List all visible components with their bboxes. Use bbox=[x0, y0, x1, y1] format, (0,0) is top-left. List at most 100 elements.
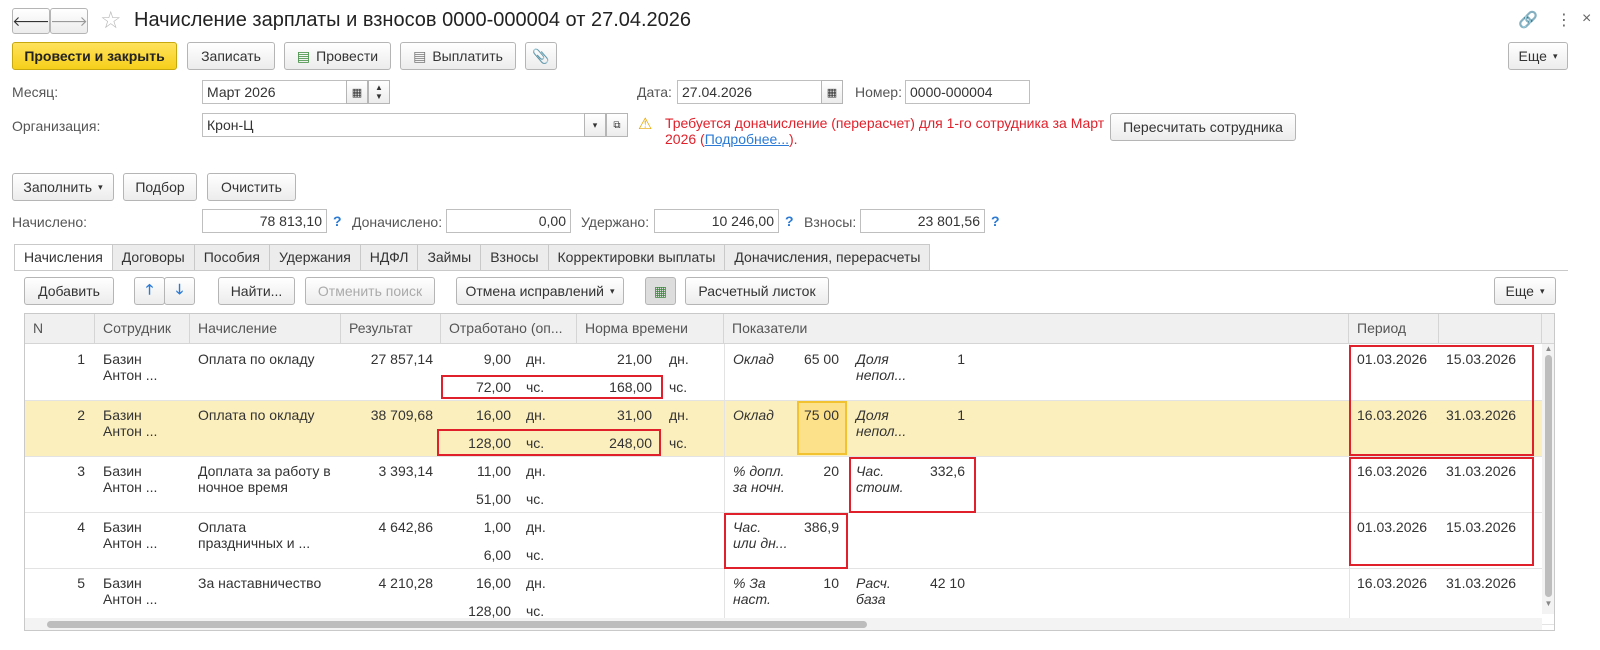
date-calendar-button[interactable]: ▦ bbox=[821, 80, 843, 104]
move-down-button[interactable]: 🡓 bbox=[164, 277, 195, 305]
month-stepper[interactable]: ▲ ▼ bbox=[368, 80, 390, 104]
org-dropdown-button[interactable]: ▾ bbox=[584, 113, 606, 137]
indicator-1-value: 20 bbox=[823, 463, 839, 479]
accrual-cell: Доплата за работу в bbox=[198, 463, 331, 479]
horizontal-scroll-thumb[interactable] bbox=[47, 621, 867, 628]
grid-more-label: Еще bbox=[1505, 283, 1534, 299]
pay-button-label: Выплатить bbox=[432, 48, 503, 64]
worked-days: 16,00 bbox=[475, 575, 511, 591]
cancel-search-button[interactable]: Отменить поиск bbox=[305, 277, 435, 305]
back-button[interactable]: 🡐 bbox=[12, 8, 50, 34]
scroll-up-icon[interactable]: ▲ bbox=[1542, 344, 1554, 353]
payslip-button[interactable]: Расчетный листок bbox=[685, 277, 829, 305]
highlight-worked-norm-row2 bbox=[437, 429, 661, 456]
tab-deductions[interactable]: Удержания bbox=[268, 244, 361, 270]
tab-benefits[interactable]: Пособия bbox=[193, 244, 270, 270]
kebab-icon[interactable]: ⋮ bbox=[1556, 10, 1572, 30]
find-button[interactable]: Найти... bbox=[218, 277, 295, 305]
accrued-help-icon[interactable]: ? bbox=[333, 213, 342, 229]
scroll-down-icon[interactable]: ▼ bbox=[1542, 599, 1554, 608]
indicator-2-value: 42 10 bbox=[929, 575, 965, 591]
tab-loans[interactable]: Займы bbox=[417, 244, 482, 270]
forward-button[interactable]: 🡒 bbox=[50, 8, 88, 34]
norm-days-unit: дн. bbox=[669, 351, 689, 367]
col-period-end[interactable] bbox=[1439, 314, 1542, 344]
tab-payment-corrections[interactable]: Корректировки выплаты bbox=[547, 244, 726, 270]
link-icon[interactable]: 🔗 bbox=[1518, 10, 1538, 30]
col-accrual[interactable]: Начисление bbox=[190, 314, 341, 344]
table-row[interactable]: 1 Базин Антон ... Оплата по окладу 27 85… bbox=[25, 345, 1554, 401]
select-button[interactable]: Подбор bbox=[123, 173, 197, 201]
norm-days-unit: дн. bbox=[669, 407, 689, 423]
table-row-selected[interactable]: 2 Базин Антон ... Оплата по окладу 38 70… bbox=[25, 401, 1554, 457]
tab-contributions[interactable]: Взносы bbox=[480, 244, 549, 270]
month-field[interactable]: Март 2026 bbox=[202, 80, 347, 104]
indicator-1-name: Оклад bbox=[733, 407, 774, 423]
post-button[interactable]: ▤ Провести bbox=[284, 42, 391, 70]
save-button[interactable]: Записать bbox=[187, 42, 275, 70]
grid-more-button[interactable]: Еще ▾ bbox=[1494, 277, 1556, 305]
post-button-label: Провести bbox=[316, 48, 379, 64]
col-indicators[interactable]: Показатели bbox=[724, 314, 1349, 344]
number-field[interactable]: 0000-000004 bbox=[905, 80, 1030, 104]
pay-button[interactable]: ▤ Выплатить bbox=[400, 42, 516, 70]
tab-contracts[interactable]: Договоры bbox=[111, 244, 195, 270]
more-button[interactable]: Еще ▾ bbox=[1508, 42, 1568, 70]
tab-ndfl[interactable]: НДФЛ bbox=[359, 244, 419, 270]
worked-hours: 51,00 bbox=[475, 491, 511, 507]
indicator-1-name: % допл. bbox=[733, 463, 785, 479]
col-norm[interactable]: Норма времени bbox=[577, 314, 724, 344]
result-cell: 4 642,86 bbox=[378, 519, 434, 535]
chevron-down-icon: ▾ bbox=[592, 119, 598, 130]
horizontal-scrollbar[interactable] bbox=[25, 618, 1542, 630]
indicator-2-value: 1 bbox=[957, 407, 965, 423]
cancel-fixes-button[interactable]: Отмена исправлений ▾ bbox=[456, 277, 624, 305]
date-field[interactable]: 27.04.2026 bbox=[677, 80, 822, 104]
arrow-left-icon: 🡐 bbox=[12, 12, 50, 29]
organization-field[interactable]: Крон-Ц bbox=[202, 113, 585, 137]
extra-label: Доначислено: bbox=[352, 214, 443, 230]
col-period[interactable]: Период bbox=[1349, 314, 1439, 344]
org-open-button[interactable]: ⧉ bbox=[606, 113, 628, 137]
worked-days-unit: дн. bbox=[526, 519, 546, 535]
close-icon[interactable]: × bbox=[1582, 10, 1591, 28]
col-worked[interactable]: Отработано (оп... bbox=[441, 314, 577, 344]
move-up-button[interactable]: 🡑 bbox=[134, 277, 165, 305]
accruals-table[interactable]: N Сотрудник Начисление Результат Отработ… bbox=[24, 313, 1555, 631]
tab-recalculations[interactable]: Доначисления, перерасчеты bbox=[724, 244, 931, 270]
clear-button[interactable]: Очистить bbox=[207, 173, 296, 201]
star-icon[interactable]: ☆ bbox=[100, 6, 122, 35]
result-cell: 38 709,68 bbox=[370, 407, 433, 423]
stepper-down-icon: ▼ bbox=[375, 92, 383, 101]
withheld-help-icon[interactable]: ? bbox=[785, 213, 794, 229]
post-and-close-button[interactable]: Провести и закрыть bbox=[12, 42, 177, 70]
contrib-help-icon[interactable]: ? bbox=[991, 213, 1000, 229]
col-n[interactable]: N bbox=[25, 314, 95, 344]
row-number: 3 bbox=[77, 463, 85, 479]
vertical-scrollbar[interactable]: ▲ ▼ bbox=[1542, 344, 1554, 614]
month-label: Месяц: bbox=[12, 84, 59, 100]
accrual-cell: Оплата по окладу bbox=[198, 351, 315, 367]
tab-accruals[interactable]: Начисления bbox=[14, 244, 113, 271]
table-row[interactable]: 5 Базин Антон ... За наставничество 4 21… bbox=[25, 569, 1554, 625]
worked-hours-unit: чс. bbox=[526, 547, 545, 563]
vertical-scroll-thumb[interactable] bbox=[1545, 355, 1552, 597]
fill-label: Заполнить bbox=[23, 179, 93, 195]
accrual-cell-2: праздничных и ... bbox=[198, 535, 311, 551]
calendar-button[interactable]: ▦ bbox=[346, 80, 368, 104]
col-employee[interactable]: Сотрудник bbox=[95, 314, 190, 344]
open-icon: ⧉ bbox=[613, 119, 621, 131]
grid-settings-button[interactable]: ▦ bbox=[645, 277, 676, 305]
withheld-label: Удержано: bbox=[581, 214, 650, 230]
norm-hours-unit: чс. bbox=[669, 379, 688, 395]
details-link[interactable]: Подробнее... bbox=[705, 131, 789, 147]
fill-button[interactable]: Заполнить ▾ bbox=[12, 173, 114, 201]
add-row-button[interactable]: Добавить bbox=[24, 277, 114, 305]
attach-button[interactable]: 📎 bbox=[525, 42, 557, 70]
indicator-1-name: % За bbox=[733, 575, 766, 591]
worked-hours-unit: чс. bbox=[526, 491, 545, 507]
col-result[interactable]: Результат bbox=[341, 314, 441, 344]
table-header: N Сотрудник Начисление Результат Отработ… bbox=[25, 314, 1554, 344]
recalc-employee-button[interactable]: Пересчитать сотрудника bbox=[1110, 113, 1296, 141]
table-row[interactable]: 3 Базин Антон ... Доплата за работу в но… bbox=[25, 457, 1554, 513]
